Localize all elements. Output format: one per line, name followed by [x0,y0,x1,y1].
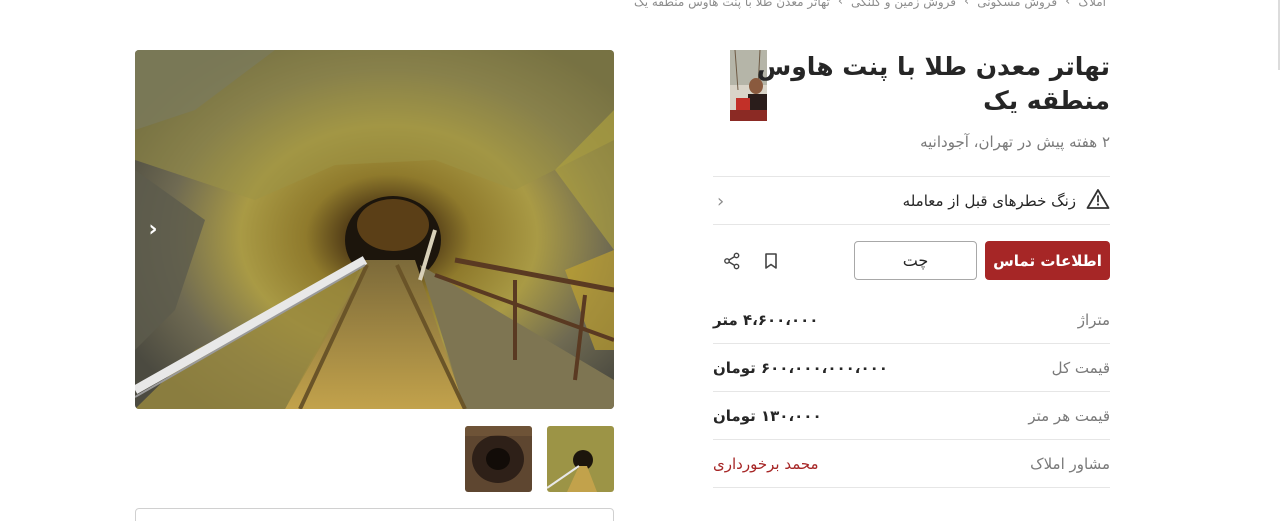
detail-row-total-price: قیمت کل ۶۰۰،۰۰۰،۰۰۰،۰۰۰ تومان [713,344,1110,392]
detail-label: متراژ [1077,311,1110,329]
detail-row-price-per-meter: قیمت هر متر ۱۳۰،۰۰۰ تومان [713,392,1110,440]
detail-value: ۴،۶۰۰،۰۰۰ متر [713,311,819,329]
detail-label: قیمت کل [1051,359,1110,377]
divider [713,224,1110,225]
breadcrumb-item-residential-sale[interactable]: فروش مسکونی [977,0,1057,9]
gallery-thumbnail[interactable] [547,426,614,492]
detail-label: قیمت هر متر [1028,407,1110,425]
detail-value: ۶۰۰،۰۰۰،۰۰۰،۰۰۰ تومان [713,359,888,377]
divider [713,176,1110,177]
detail-row-advisor: مشاور املاک محمد برخورداری [713,440,1110,488]
listing-subtitle: ۲ هفته پیش در تهران، آجودانیه [920,133,1110,151]
chat-button[interactable]: چت [854,241,977,280]
tunnel-dark-thumbnail [465,426,532,492]
warning-row[interactable]: › زنگ خطرهای قبل از معامله [713,178,1110,224]
advisor-link[interactable]: محمد برخورداری [713,455,819,473]
warning-label: زنگ خطرهای قبل از معامله [902,192,1076,210]
detail-value: ۱۳۰،۰۰۰ تومان [713,407,822,425]
tunnel-thumbnail [547,426,614,492]
breadcrumb-item-current: تهاتر معدن طلا با پنت هاوس منطقه یک [633,0,830,9]
divider [713,487,1110,488]
breadcrumb-item-amlak[interactable]: املاک [1078,0,1106,9]
listing-title: تهاتر معدن طلا با پنت هاوس منطقه یک [756,52,1110,115]
contact-info-button[interactable]: اطلاعات تماس [985,241,1110,280]
breadcrumb-item-land-sale[interactable]: فروش زمین و کلنگی [851,0,956,9]
mine-tunnel-photo [135,50,614,409]
chevron-left-icon: ‹ [964,0,970,9]
chevron-left-icon: ‹ [837,0,844,9]
warning-triangle-icon [1086,188,1110,214]
listing-main-image[interactable] [135,50,614,409]
share-icon[interactable] [720,249,744,273]
gallery-bottom-panel [135,508,614,521]
detail-row-area: متراژ ۴،۶۰۰،۰۰۰ متر [713,296,1110,344]
bookmark-icon[interactable] [759,249,783,273]
chevron-left-icon: ‹ [1065,0,1071,9]
detail-label: مشاور املاک [1030,455,1110,473]
gallery-thumbnail[interactable] [465,426,532,492]
gallery-next-arrow-icon[interactable]: › [141,214,165,244]
breadcrumb: املاک ‹ فروش مسکونی ‹ فروش زمین و کلنگی … [634,0,1106,9]
chevron-left-icon: › [717,190,725,212]
